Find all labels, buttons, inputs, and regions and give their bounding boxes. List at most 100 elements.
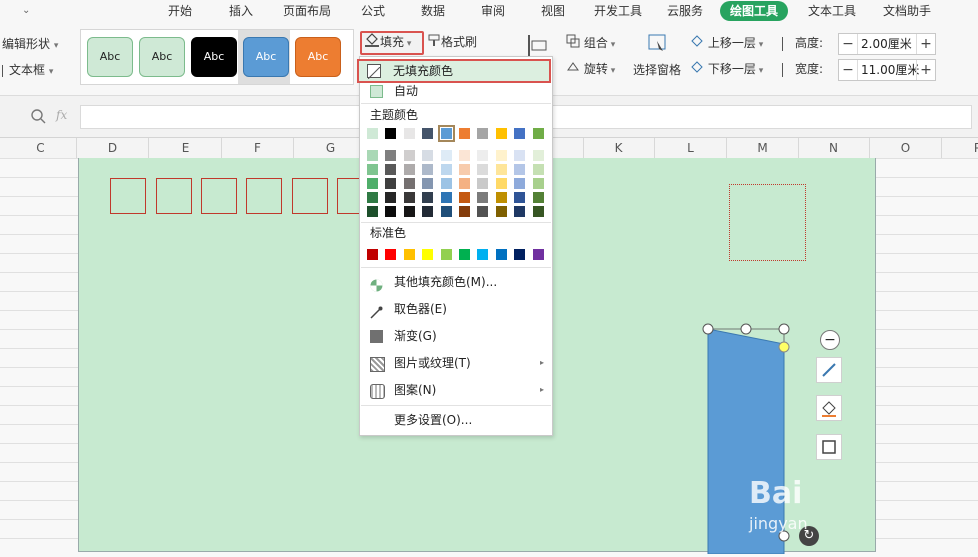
tab-1[interactable]: 开始 [168,0,192,22]
column-header-c[interactable]: C [5,138,77,158]
width-increase-button[interactable]: + [916,60,935,80]
height-spinner[interactable]: − 2.00厘米 + [838,33,936,55]
theme-shade-swatch[interactable] [514,178,526,189]
theme-shade-swatch[interactable] [459,206,470,217]
theme-color-swatch[interactable] [459,128,470,139]
fill-tool-icon[interactable] [816,395,842,421]
fx-icon[interactable]: fx [56,108,67,122]
tab-5[interactable]: 数据 [421,0,445,22]
theme-shade-swatch[interactable] [514,206,526,217]
theme-color-swatch[interactable] [532,128,544,139]
theme-shade-swatch[interactable] [403,164,415,175]
theme-color-swatch[interactable] [367,128,378,139]
theme-shade-swatch[interactable] [403,192,415,203]
tab-2[interactable]: 插入 [229,0,253,22]
dotted-square-shape[interactable] [729,184,806,261]
standard-color-swatch[interactable] [514,249,526,260]
theme-shade-swatch[interactable] [422,178,434,189]
tab-8[interactable]: 开发工具 [594,0,642,22]
theme-shade-swatch[interactable] [367,150,378,161]
tab-3[interactable]: 页面布局 [283,0,331,22]
frame-tool-icon[interactable] [816,434,842,460]
standard-color-swatch[interactable] [477,249,489,260]
theme-shade-swatch[interactable] [367,164,378,175]
standard-color-swatch[interactable] [532,249,544,260]
theme-color-swatch[interactable] [403,128,415,139]
column-header-m[interactable]: M [727,138,799,158]
theme-shade-swatch[interactable] [403,206,415,217]
theme-color-swatch[interactable] [385,128,397,139]
theme-shade-swatch[interactable] [367,206,378,217]
standard-color-swatch[interactable] [440,249,452,260]
tab-11[interactable]: 文本工具 [808,0,856,22]
theme-shade-swatch[interactable] [385,206,397,217]
picture-texture-menu-item[interactable]: 图片或纹理(T) ▸ [360,351,552,375]
theme-shade-swatch[interactable] [532,206,544,217]
theme-shade-swatch[interactable] [385,192,397,203]
theme-shade-swatch[interactable] [403,150,415,161]
width-input[interactable]: 11.00厘米 [861,60,919,80]
shape-style-preset[interactable]: Abc [87,37,133,77]
pattern-menu-item[interactable]: 图案(N) ▸ [360,378,552,402]
shape-style-preset[interactable]: Abc [139,37,185,77]
tab-10[interactable]: 绘图工具 [720,1,789,21]
tab-9[interactable]: 云服务 [667,0,703,22]
standard-color-swatch[interactable] [495,249,507,260]
theme-shade-swatch[interactable] [514,192,526,203]
tab-6[interactable]: 审阅 [481,0,505,22]
theme-shade-swatch[interactable] [385,164,397,175]
tab-4[interactable]: 公式 [361,0,385,22]
theme-color-swatch[interactable] [422,128,434,139]
theme-shade-swatch[interactable] [440,150,452,161]
shape-style-preset[interactable]: Abc [243,37,289,77]
format-painter-button[interactable]: 格式刷 [427,33,477,52]
theme-shade-swatch[interactable] [477,150,489,161]
theme-shade-swatch[interactable] [459,150,470,161]
theme-shade-swatch[interactable] [385,150,397,161]
red-square-shape[interactable] [292,178,328,214]
group-button[interactable]: 组合 ▾ [566,34,615,54]
width-decrease-button[interactable]: − [839,60,858,80]
bring-forward-button[interactable]: 上移一层 ▾ [690,34,763,54]
column-header-d[interactable]: D [77,138,149,158]
text-box-button[interactable]: 文本框 ▾ [2,61,53,81]
column-header-l[interactable]: L [655,138,727,158]
collapse-tools-icon[interactable]: − [820,330,840,350]
theme-shade-swatch[interactable] [440,178,452,189]
standard-color-swatch[interactable] [385,249,397,260]
tab-7[interactable]: 视图 [541,0,565,22]
tab-12[interactable]: 文档助手 [883,0,931,22]
eyedropper-menu-item[interactable]: 取色器(E) [360,297,552,321]
zoom-icon[interactable] [30,108,46,127]
height-increase-button[interactable]: + [916,34,935,54]
theme-shade-swatch[interactable] [459,164,470,175]
more-settings-menu-item[interactable]: 更多设置(O)... [360,408,552,432]
gradient-menu-item[interactable]: 渐变(G) [360,324,552,348]
theme-shade-swatch[interactable] [477,178,489,189]
height-decrease-button[interactable]: − [839,34,858,54]
shape-style-preset[interactable]: Abc [295,37,341,77]
theme-shade-swatch[interactable] [385,178,397,189]
theme-shade-swatch[interactable] [459,178,470,189]
theme-shade-swatch[interactable] [422,150,434,161]
auto-color-menu-item[interactable]: 自动 [360,79,552,103]
selection-pane-button[interactable]: 选择窗格 [632,33,682,79]
height-input[interactable]: 2.00厘米 [861,34,912,54]
theme-shade-swatch[interactable] [477,164,489,175]
theme-color-swatch[interactable] [437,125,455,142]
theme-shade-swatch[interactable] [495,178,507,189]
theme-shade-swatch[interactable] [532,192,544,203]
column-header-n[interactable]: N [798,138,870,158]
fill-button[interactable]: 填充 ▾ [360,31,424,55]
theme-shade-swatch[interactable] [495,150,507,161]
column-header-e[interactable]: E [150,138,222,158]
theme-shade-swatch[interactable] [367,178,378,189]
theme-color-swatch[interactable] [495,128,507,139]
theme-shade-swatch[interactable] [514,164,526,175]
red-square-shape[interactable] [246,178,282,214]
theme-shade-swatch[interactable] [459,192,470,203]
column-header-g[interactable]: G [295,138,367,158]
theme-shade-swatch[interactable] [440,206,452,217]
theme-color-swatch[interactable] [514,128,526,139]
collapse-chevron-icon[interactable]: ⌄ [22,0,30,22]
